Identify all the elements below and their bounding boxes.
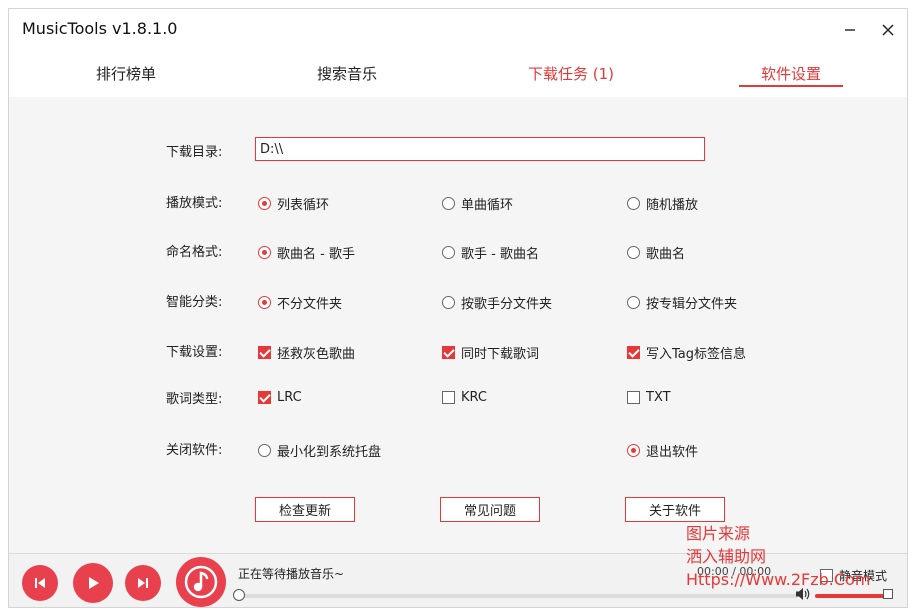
album-cover bbox=[176, 557, 226, 607]
music-note-icon bbox=[184, 565, 218, 599]
skip-previous-icon bbox=[35, 578, 45, 588]
download-dir-input[interactable] bbox=[255, 137, 705, 161]
volume-knob[interactable] bbox=[883, 589, 893, 599]
radio-icon bbox=[627, 444, 640, 457]
tab-settings[interactable]: 软件设置 bbox=[761, 63, 821, 84]
close-button[interactable] bbox=[873, 17, 903, 43]
download-lyrics-checkbox[interactable]: 同时下载歌词 bbox=[442, 343, 539, 362]
minimize-button[interactable] bbox=[835, 17, 865, 43]
rescue-gray-songs-checkbox[interactable]: 拯救灰色歌曲 bbox=[258, 343, 355, 362]
checkbox-icon bbox=[258, 346, 271, 359]
checkbox-icon bbox=[442, 346, 455, 359]
app-title: MusicTools v1.8.1.0 bbox=[22, 19, 178, 38]
naming-artist-song[interactable]: 歌手 - 歌曲名 bbox=[442, 243, 539, 262]
check-update-button[interactable]: 检查更新 bbox=[255, 497, 355, 522]
faq-button[interactable]: 常见问题 bbox=[440, 497, 540, 522]
play-mode-list-loop[interactable]: 列表循环 bbox=[258, 194, 329, 213]
main-tabs: 排行榜单 搜索音乐 下载任务 (1) 软件设置 bbox=[9, 49, 907, 123]
next-button[interactable] bbox=[125, 565, 161, 601]
app-window: MusicTools v1.8.1.0 排行榜单 搜索音乐 下载任务 (1) 软… bbox=[8, 8, 908, 608]
sort-by-album[interactable]: 按专辑分文件夹 bbox=[627, 293, 737, 312]
radio-icon bbox=[258, 197, 271, 210]
progress-track[interactable] bbox=[238, 594, 798, 598]
tab-charts[interactable]: 排行榜单 bbox=[96, 63, 156, 84]
download-dir-label: 下载目录: bbox=[166, 145, 223, 160]
naming-song-artist[interactable]: 歌曲名 - 歌手 bbox=[258, 243, 355, 262]
tab-download-tasks[interactable]: 下载任务 (1) bbox=[528, 63, 614, 84]
naming-format-label: 命名格式: bbox=[166, 245, 223, 260]
about-button[interactable]: 关于软件 bbox=[625, 497, 725, 522]
active-tab-indicator bbox=[739, 85, 843, 87]
checkbox-icon bbox=[627, 346, 640, 359]
radio-icon bbox=[442, 296, 455, 309]
sort-by-artist[interactable]: 按歌手分文件夹 bbox=[442, 293, 552, 312]
title-bar: MusicTools v1.8.1.0 bbox=[9, 9, 907, 49]
close-exit-app[interactable]: 退出软件 bbox=[627, 441, 698, 460]
checkbox-icon bbox=[627, 391, 640, 404]
tab-search-music[interactable]: 搜索音乐 bbox=[317, 63, 377, 84]
minimize-icon bbox=[845, 29, 855, 31]
play-mode-single-loop[interactable]: 单曲循环 bbox=[442, 194, 513, 213]
play-mode-label: 播放模式: bbox=[166, 196, 223, 211]
settings-panel: 下载目录: 播放模式: 列表循环 单曲循环 随机播放 命名格式: 歌曲名 - 歌… bbox=[9, 97, 907, 553]
download-settings-label: 下载设置: bbox=[166, 345, 223, 360]
play-button[interactable] bbox=[73, 563, 113, 603]
lyric-type-label: 歌词类型: bbox=[166, 392, 223, 407]
skip-next-icon bbox=[138, 578, 148, 588]
watermark-text: 图片来源 洒入辅助网 Https://Www.2Fzb.Com bbox=[686, 524, 871, 589]
progress-knob[interactable] bbox=[233, 589, 245, 601]
lyric-lrc-checkbox[interactable]: LRC bbox=[258, 390, 302, 405]
play-icon bbox=[89, 577, 99, 589]
sort-no-folders[interactable]: 不分文件夹 bbox=[258, 293, 342, 312]
radio-icon bbox=[627, 296, 640, 309]
radio-icon bbox=[627, 246, 640, 259]
checkbox-icon bbox=[442, 391, 455, 404]
radio-icon bbox=[442, 197, 455, 210]
now-playing-status: 正在等待播放音乐~ bbox=[238, 567, 345, 581]
smart-sort-label: 智能分类: bbox=[166, 295, 223, 310]
close-icon bbox=[882, 24, 894, 36]
radio-icon bbox=[442, 246, 455, 259]
volume-track[interactable] bbox=[815, 594, 889, 598]
radio-icon bbox=[258, 444, 271, 457]
write-tag-checkbox[interactable]: 写入Tag标签信息 bbox=[627, 343, 746, 362]
close-app-label: 关闭软件: bbox=[166, 443, 223, 458]
play-mode-shuffle[interactable]: 随机播放 bbox=[627, 194, 698, 213]
lyric-txt-checkbox[interactable]: TXT bbox=[627, 390, 671, 405]
checkbox-icon bbox=[258, 391, 271, 404]
radio-icon bbox=[258, 246, 271, 259]
close-minimize-tray[interactable]: 最小化到系统托盘 bbox=[258, 441, 381, 460]
lyric-krc-checkbox[interactable]: KRC bbox=[442, 390, 487, 405]
radio-icon bbox=[627, 197, 640, 210]
naming-song-only[interactable]: 歌曲名 bbox=[627, 243, 685, 262]
previous-button[interactable] bbox=[22, 565, 58, 601]
radio-icon bbox=[258, 296, 271, 309]
